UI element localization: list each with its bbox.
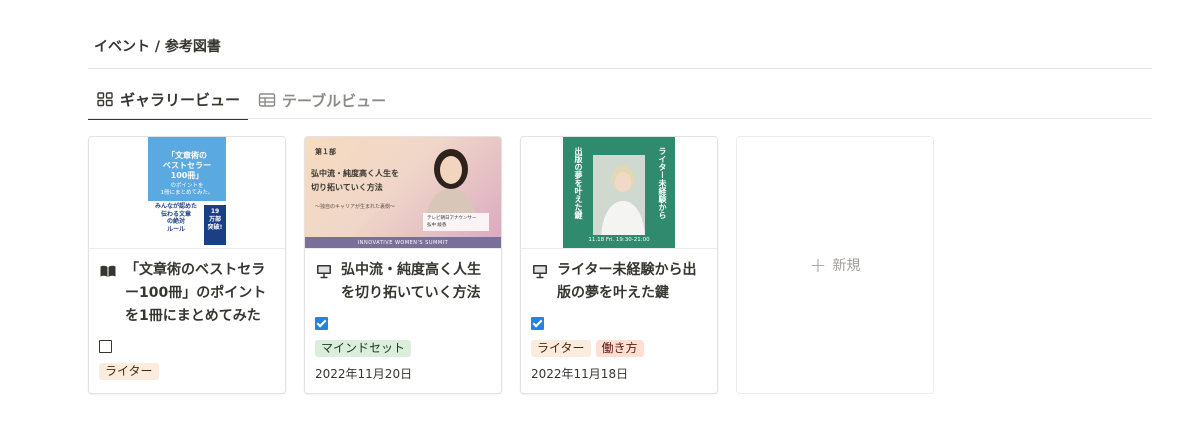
presentation-icon <box>315 262 333 280</box>
header-divider <box>88 68 1152 69</box>
gallery-grid: 「文章術の ベストセラー 100冊」 のポイントを 1冊にまとめてみた。 みんな… <box>88 136 934 394</box>
gallery-card[interactable]: 出版の夢を叶えた鍵 ライター未経験から 11.18 Fri. 19:30-21:… <box>520 136 718 394</box>
tab-table-view[interactable]: テーブルビュー <box>250 84 394 116</box>
gallery-icon <box>96 90 114 108</box>
speaker-caption: テレビ朝日アナウンサー 弘中 綾香 <box>423 213 489 231</box>
view-tabs: ギャラリービュー テーブルビュー <box>88 84 394 120</box>
book-cover-subtitle: のポイントを 1冊にまとめてみた。 <box>160 183 214 196</box>
card-title: ライター未経験から出版の夢を叶えた鍵 <box>557 262 697 301</box>
card-title: 「文章術のベストセラー100冊」のポイントを1冊にまとめてみた <box>125 262 267 324</box>
book-cover-title: 「文章術の ベストセラー 100冊」 <box>162 151 212 180</box>
table-icon <box>258 91 276 109</box>
cover-vertical-title-2: ライター未経験から <box>658 147 667 219</box>
new-card-button[interactable]: + 新規 <box>736 136 934 394</box>
cover-vertical-title-1: 出版の夢を叶えた鍵 <box>574 147 583 219</box>
tag-mindset: マインドセット <box>315 340 412 357</box>
book-cover-highlight: みんなが認めた 伝わる文章 の絶対 ルール <box>154 203 197 233</box>
cover-footer: INNOVATIVE WOMEN'S SUMMIT <box>305 237 501 248</box>
gallery-card[interactable]: 「文章術の ベストセラー 100冊」 のポイントを 1冊にまとめてみた。 みんな… <box>88 136 286 394</box>
card-checkbox[interactable] <box>531 317 544 330</box>
tag-writer: ライター <box>99 363 159 380</box>
card-date: 2022年11月20日 <box>315 367 413 381</box>
book-cover-badge: 19 万部 突破! <box>204 205 226 245</box>
tag-work-style: 働き方 <box>595 340 644 357</box>
cover-part-label: 第１部 <box>315 148 336 156</box>
cover-footer: 11.18 Fri. 19:30-21:00 <box>588 237 650 243</box>
card-checkbox[interactable] <box>315 317 328 330</box>
breadcrumb[interactable]: イベント / 参考図書 <box>94 36 221 56</box>
cover-session-subtitle: 〜独自のキャリアが生まれた裏側〜 <box>315 204 396 210</box>
gallery-card[interactable]: 第１部 弘中流・純度高く人生を 切り拓いていく方法 〜独自のキャリアが生まれた裏… <box>304 136 502 394</box>
tag-writer: ライター <box>531 340 591 357</box>
book-cover: 「文章術の ベストセラー 100冊」 のポイントを 1冊にまとめてみた。 みんな… <box>148 137 226 248</box>
speaker-photo <box>423 143 479 213</box>
card-title: 弘中流・純度高く人生を切り拓いていく方法 <box>341 262 481 301</box>
presentation-icon <box>531 262 549 280</box>
tab-table-label: テーブルビュー <box>282 91 387 110</box>
new-card-label: 新規 <box>832 258 861 274</box>
event-cover: 出版の夢を叶えた鍵 ライター未経験から 11.18 Fri. 19:30-21:… <box>563 137 675 248</box>
tab-gallery-view[interactable]: ギャラリービュー <box>88 84 249 120</box>
tabs-divider <box>88 118 1152 119</box>
book-icon <box>99 262 117 280</box>
plus-icon: + <box>809 253 827 277</box>
card-date: 2022年11月18日 <box>531 367 629 381</box>
card-cover-image: 第１部 弘中流・純度高く人生を 切り拓いていく方法 〜独自のキャリアが生まれた裏… <box>305 137 501 249</box>
card-cover-image: 「文章術の ベストセラー 100冊」 のポイントを 1冊にまとめてみた。 みんな… <box>89 137 285 249</box>
cover-session-title: 弘中流・純度高く人生を 切り拓いていく方法 <box>311 169 399 192</box>
speaker-photo <box>593 155 645 235</box>
card-cover-image: 出版の夢を叶えた鍵 ライター未経験から 11.18 Fri. 19:30-21:… <box>521 137 717 249</box>
tab-gallery-label: ギャラリービュー <box>120 90 241 109</box>
card-checkbox[interactable] <box>99 340 112 353</box>
